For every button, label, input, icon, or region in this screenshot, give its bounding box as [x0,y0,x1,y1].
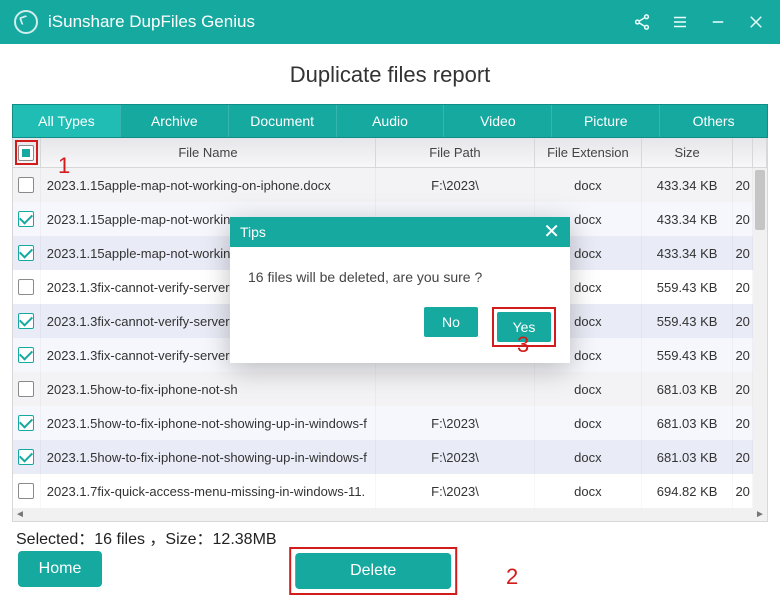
horizontal-scrollbar[interactable]: ◄ ► [12,508,768,522]
cell-file-ext: docx [535,168,642,202]
cell-tail: 20 [733,202,753,236]
selection-status: Selected：16 files ，Size：12.38MB [16,525,764,549]
cell-file-path: F:\2023\ [376,406,535,440]
col-extra [733,138,753,167]
cell-size: 694.82 KB [642,474,733,508]
table-row[interactable]: 2023.1.5how-to-fix-iphone-not-showing-up… [13,406,767,440]
table-header: File Name File Path File Extension Size [12,138,768,168]
cell-tail: 20 [733,474,753,508]
tab-audio[interactable]: Audio [336,105,444,137]
col-file-path[interactable]: File Path [376,138,535,167]
delete-button[interactable]: Delete [295,553,451,589]
cell-size: 433.34 KB [642,236,733,270]
annotation-box-3: Yes [492,307,556,347]
cell-size: 559.43 KB [642,270,733,304]
cell-file-ext: docx [535,474,642,508]
cell-size: 559.43 KB [642,338,733,372]
col-file-name[interactable]: File Name [41,138,376,167]
cell-file-path: F:\2023\ [376,474,535,508]
row-checkbox[interactable] [18,381,34,397]
app-title: iSunshare DupFiles Genius [48,12,255,32]
table-row[interactable]: 2023.1.7fix-quick-access-menu-missing-in… [13,474,767,508]
tips-dialog: Tips ✕ 16 files will be deleted, are you… [230,217,570,363]
cell-size: 433.34 KB [642,168,733,202]
cell-file-name: 2023.1.5how-to-fix-iphone-not-sh [41,372,376,406]
row-checkbox[interactable] [18,415,34,431]
cell-size: 681.03 KB [642,372,733,406]
tab-others[interactable]: Others [659,105,767,137]
tab-archive[interactable]: Archive [120,105,228,137]
cell-tail: 20 [733,372,753,406]
cell-size: 559.43 KB [642,304,733,338]
dialog-title: Tips [240,224,266,240]
dialog-no-button[interactable]: No [424,307,478,337]
type-tabs: All Types Archive Document Audio Video P… [12,104,768,138]
table-row[interactable]: 2023.1.5how-to-fix-iphone-not-sh docx681.… [13,372,767,406]
cell-file-ext: docx [535,406,642,440]
app-logo-icon [14,10,38,34]
table-row[interactable]: 2023.1.15apple-map-not-working-on-iphone… [13,168,767,202]
tab-video[interactable]: Video [443,105,551,137]
dialog-yes-button[interactable]: Yes [497,312,551,342]
row-checkbox[interactable] [18,347,34,363]
close-icon[interactable] [746,12,766,32]
tab-all-types[interactable]: All Types [13,105,120,137]
menu-icon[interactable] [670,12,690,32]
col-file-ext[interactable]: File Extension [535,138,642,167]
cell-size: 681.03 KB [642,406,733,440]
cell-file-name: 2023.1.5how-to-fix-iphone-not-showing-up… [41,406,376,440]
dialog-message: 16 files will be deleted, are you sure ? [230,247,570,297]
cell-file-ext: docx [535,372,642,406]
page-title: Duplicate files report [0,62,780,88]
cell-file-name: 2023.1.15apple-map-not-working-on-iphone… [41,168,376,202]
cell-tail: 20 [733,236,753,270]
cell-size: 681.03 KB [642,440,733,474]
cell-file-path: F:\2023\ [376,168,535,202]
tab-document[interactable]: Document [228,105,336,137]
row-checkbox[interactable] [18,449,34,465]
row-checkbox[interactable] [18,177,34,193]
scroll-right-icon[interactable]: ► [753,508,767,521]
col-size[interactable]: Size [642,138,733,167]
share-icon[interactable] [632,12,652,32]
cell-tail: 20 [733,270,753,304]
scroll-left-icon[interactable]: ◄ [13,508,27,521]
row-checkbox[interactable] [18,279,34,295]
cell-tail: 20 [733,338,753,372]
cell-tail: 20 [733,440,753,474]
row-checkbox[interactable] [18,245,34,261]
col-scrollbar [753,138,767,167]
cell-file-name: 2023.1.5how-to-fix-iphone-not-showing-up… [41,440,376,474]
annotation-box-1 [15,140,38,165]
home-button[interactable]: Home [18,551,102,587]
cell-tail: 20 [733,304,753,338]
vertical-scrollbar[interactable] [753,168,767,508]
minimize-icon[interactable] [708,12,728,32]
cell-file-ext: docx [535,440,642,474]
row-checkbox[interactable] [18,313,34,329]
row-checkbox[interactable] [18,211,34,227]
annotation-box-2: Delete [289,547,457,595]
bottom-bar: Home Delete [0,551,780,591]
scrollbar-thumb[interactable] [755,170,765,230]
cell-size: 433.34 KB [642,202,733,236]
row-checkbox[interactable] [18,483,34,499]
cell-file-path: F:\2023\ [376,440,535,474]
dialog-close-icon[interactable]: ✕ [543,222,560,242]
cell-tail: 20 [733,168,753,202]
tab-picture[interactable]: Picture [551,105,659,137]
dialog-header[interactable]: Tips ✕ [230,217,570,247]
cell-file-name: 2023.1.7fix-quick-access-menu-missing-in… [41,474,376,508]
table-row[interactable]: 2023.1.5how-to-fix-iphone-not-showing-up… [13,440,767,474]
cell-tail: 20 [733,406,753,440]
cell-file-path [376,372,535,406]
titlebar: iSunshare DupFiles Genius [0,0,780,44]
